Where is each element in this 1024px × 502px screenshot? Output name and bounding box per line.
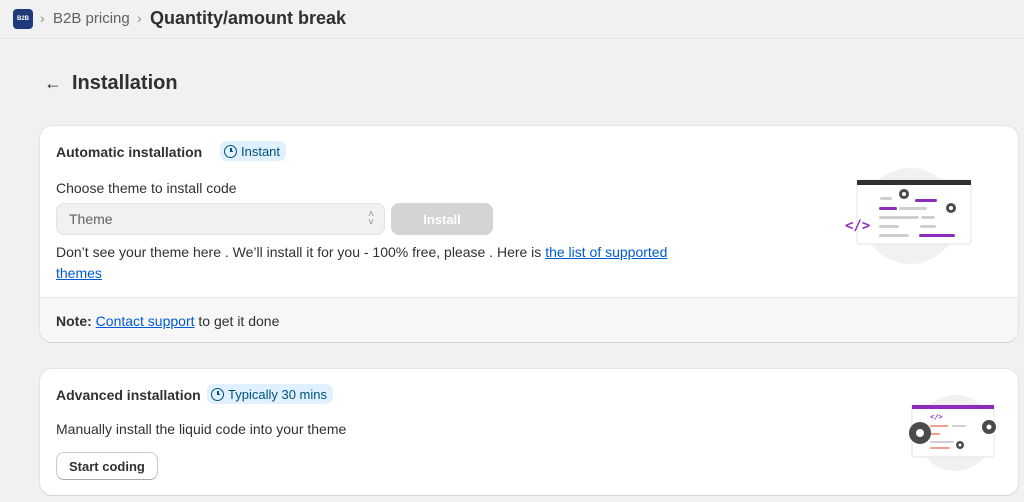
breadcrumb-app-link[interactable]: B2B pricing	[53, 10, 130, 27]
code-install-illustration: </>	[845, 168, 972, 264]
theme-select[interactable]: Theme ˄ ˅	[56, 203, 385, 235]
note-text: Note: Contact support to get it done	[56, 313, 279, 329]
page-title: Installation	[72, 72, 178, 94]
chevron-up-down-icon: ˄ ˅	[368, 209, 374, 228]
automatic-installation-title: Automatic installation	[56, 144, 203, 160]
app-logo-icon[interactable]: B2B	[13, 9, 33, 29]
install-button[interactable]: Install	[391, 203, 493, 235]
note-body: to get it done	[194, 313, 280, 329]
automatic-installation-card: Automatic installation Instant Choose th…	[40, 126, 1018, 342]
clock-icon	[211, 387, 224, 401]
theme-select-value: Theme	[69, 211, 113, 227]
gear-icon	[946, 203, 956, 213]
code-icon: </>	[845, 218, 870, 234]
gear-icon	[982, 420, 996, 434]
start-coding-button[interactable]: Start coding	[56, 452, 158, 480]
breadcrumb-separator: ›	[40, 10, 45, 26]
note-bar: Note: Contact support to get it done	[40, 297, 1018, 342]
advanced-installation-title: Advanced installation	[56, 387, 201, 403]
advanced-code-illustration: </>	[909, 395, 996, 471]
badge-label: Instant	[241, 143, 281, 159]
advanced-description: Manually install the liquid code into yo…	[56, 421, 347, 437]
breadcrumb-current: Quantity/amount break	[150, 8, 347, 28]
gear-icon	[956, 441, 964, 449]
instant-badge: Instant	[220, 141, 287, 161]
breadcrumb-separator: ›	[137, 10, 142, 26]
badge-label: Typically 30 mins	[228, 386, 327, 402]
contact-support-link[interactable]: Contact support	[96, 313, 195, 329]
arrow-left-icon[interactable]: ←	[44, 73, 66, 94]
advanced-installation-card: Advanced installation Typically 30 mins …	[40, 369, 1018, 495]
help-text-body: Don’t see your theme here . We’ll instal…	[56, 244, 546, 260]
top-bar: B2B › B2B pricing › Quantity/amount brea…	[0, 0, 1024, 39]
code-icon: </>	[930, 413, 943, 421]
gear-icon	[909, 422, 931, 444]
choose-theme-label: Choose theme to install code	[56, 180, 237, 196]
help-text: Don’t see your theme here . We’ll instal…	[56, 242, 696, 284]
typical-time-badge: Typically 30 mins	[207, 384, 333, 404]
note-label: Note:	[56, 313, 92, 329]
gear-icon	[899, 189, 909, 199]
page-header: ← Installation	[44, 72, 178, 95]
clock-icon	[224, 144, 237, 158]
